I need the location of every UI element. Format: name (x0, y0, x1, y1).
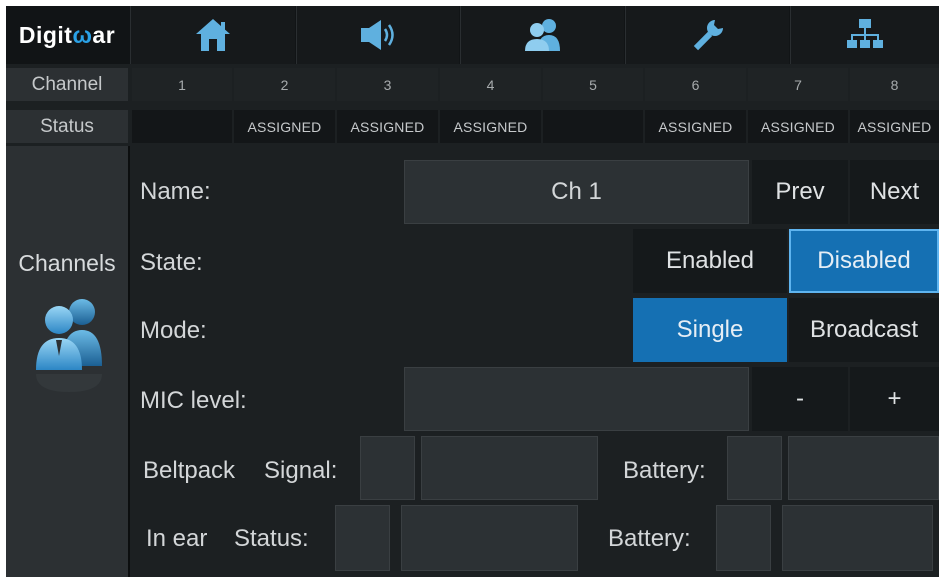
inear-label: In ear (146, 525, 208, 552)
inear-status-value (401, 505, 578, 571)
status-cell-2: ASSIGNED (234, 110, 335, 143)
wrench-icon (693, 20, 723, 51)
channel-cell-5[interactable]: 5 (543, 68, 643, 101)
inear-status-indicator (335, 505, 390, 571)
channel-cell-1[interactable]: 1 (132, 68, 232, 101)
disabled-button[interactable]: Disabled (789, 229, 939, 293)
broadcast-mode-button[interactable]: Broadcast (789, 298, 939, 362)
state-label: State: (140, 249, 203, 276)
status-cell-7: ASSIGNED (748, 110, 848, 143)
status-cell-5 (543, 110, 643, 143)
channel-cell-6[interactable]: 6 (645, 68, 746, 101)
inear-battery-label: Battery: (608, 525, 691, 552)
mic-level-label: MIC level: (140, 387, 247, 414)
logo-prefix: D (18, 21, 36, 48)
mode-label: Mode: (140, 317, 207, 344)
mic-level-field[interactable] (404, 367, 749, 431)
status-cell-1 (132, 110, 232, 143)
beltpack-label: Beltpack (143, 457, 236, 484)
users-icon (34, 296, 104, 401)
users-icon (524, 19, 560, 51)
logo-suffix: ar (92, 21, 116, 48)
beltpack-signal-label: Signal: (264, 457, 338, 484)
status-cell-3: ASSIGNED (337, 110, 438, 143)
inear-battery-indicator (716, 505, 771, 571)
logo-accent: ω (72, 21, 93, 48)
channel-cell-8[interactable]: 8 (850, 68, 939, 101)
channel-name-field[interactable]: Ch 1 (404, 160, 749, 224)
channel-cell-4[interactable]: 4 (440, 68, 541, 101)
inear-battery-value (782, 505, 933, 571)
network-icon (847, 19, 883, 48)
status-cell-8: ASSIGNED (850, 110, 939, 143)
prev-button[interactable]: Prev (752, 160, 848, 224)
status-row-label: Status (6, 110, 128, 143)
channel-cell-7[interactable]: 7 (748, 68, 848, 101)
name-label: Name: (140, 178, 211, 205)
channel-cell-3[interactable]: 3 (337, 68, 438, 101)
beltpack-signal-indicator (360, 436, 415, 500)
nav-channels-button[interactable] (460, 6, 624, 64)
beltpack-battery-indicator (727, 436, 782, 500)
nav-network-button[interactable] (790, 6, 939, 64)
app-window: Digitωar Channel 1 2 3 4 5 6 7 8 Status … (6, 6, 939, 577)
next-button[interactable]: Next (850, 160, 939, 224)
panel-divider (128, 146, 130, 577)
speaker-icon (361, 20, 394, 50)
single-mode-button[interactable]: Single (633, 298, 787, 362)
beltpack-signal-value (421, 436, 598, 500)
beltpack-battery-label: Battery: (623, 457, 706, 484)
digitwar-logo: Digitωar (6, 6, 128, 64)
channels-section-label: Channels (18, 250, 116, 276)
top-navigation: Digitωar (6, 6, 939, 64)
status-cell-4: ASSIGNED (440, 110, 541, 143)
status-cell-6: ASSIGNED (645, 110, 746, 143)
inear-status-label: Status: (234, 525, 309, 552)
enabled-button[interactable]: Enabled (633, 229, 787, 293)
home-icon (196, 19, 230, 51)
beltpack-battery-value (788, 436, 939, 500)
nav-audio-button[interactable] (296, 6, 459, 64)
channels-side-panel: Channels (6, 146, 128, 577)
channel-cell-2[interactable]: 2 (234, 68, 335, 101)
mic-minus-button[interactable]: - (752, 367, 848, 431)
mic-plus-button[interactable]: + (850, 367, 939, 431)
logo-mid: igit (35, 21, 73, 48)
channel-row-label: Channel (6, 68, 128, 101)
nav-home-button[interactable] (130, 6, 295, 64)
nav-settings-button[interactable] (625, 6, 789, 64)
